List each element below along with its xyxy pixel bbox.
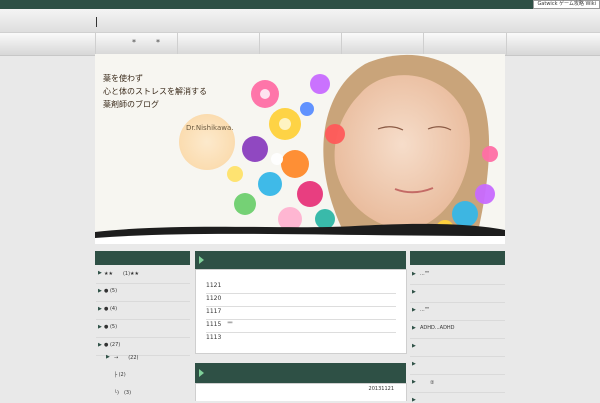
post-date: 20131121 bbox=[368, 386, 394, 392]
left-subcategory-2[interactable]: ├ (2) bbox=[96, 368, 190, 385]
nav-item-2[interactable] bbox=[177, 33, 260, 55]
right-link-1[interactable]: ▶ ..."" bbox=[410, 266, 505, 285]
chevron-right-icon: ▶ bbox=[412, 343, 416, 349]
hero-illustration bbox=[95, 54, 505, 244]
nav-star-2: * bbox=[156, 38, 160, 47]
chevron-right-icon: ▶ bbox=[412, 289, 416, 295]
site-header bbox=[0, 9, 600, 32]
recent-posts-panel: 1121 1120 1117 1115 "" 1113 bbox=[195, 269, 407, 354]
hero-line-2: 心と体のストレスを解消する bbox=[103, 87, 207, 96]
post-link-2[interactable]: 1120 bbox=[206, 293, 396, 307]
right-sidebar-header bbox=[410, 251, 505, 265]
left-category-3[interactable]: ▶ ● (4) bbox=[96, 302, 190, 320]
left-category-1[interactable]: ▶ ★★ (1)★★ bbox=[96, 266, 190, 284]
chevron-right-icon: ▶ bbox=[98, 324, 102, 330]
left-subcategory-1[interactable]: ▶ → (22) bbox=[96, 350, 190, 367]
center-panel-header bbox=[195, 251, 406, 269]
hero-signature: Dr.Nishikawa. bbox=[186, 124, 234, 132]
chevron-right-icon: ▶ bbox=[412, 361, 416, 367]
hero-line-3: 薬剤師のブログ bbox=[103, 100, 159, 109]
post-link-4[interactable]: 1115 "" bbox=[206, 319, 396, 333]
post-link-5[interactable]: 1113 bbox=[206, 332, 396, 345]
chevron-right-icon: ▶ bbox=[98, 270, 102, 276]
article-header bbox=[195, 363, 406, 383]
right-link-6[interactable]: ▶ bbox=[410, 356, 505, 375]
left-subcategory-3[interactable]: └) (3) bbox=[96, 385, 190, 402]
chevron-right-icon: ▶ bbox=[98, 306, 102, 312]
top-bar bbox=[0, 0, 600, 9]
right-link-7[interactable]: ▶ ② bbox=[410, 374, 505, 393]
arrow-right-icon bbox=[199, 256, 204, 264]
chevron-right-icon: ▶ bbox=[106, 354, 110, 360]
nav-item-3[interactable] bbox=[259, 33, 342, 55]
post-link-3[interactable]: 1117 bbox=[206, 306, 396, 320]
right-link-5[interactable]: ▶ bbox=[410, 338, 505, 357]
chevron-right-icon: ▶ bbox=[412, 325, 416, 331]
hero-banner: 薬を使わず 心と体のストレスを解消する 薬剤師のブログ Dr.Nishikawa… bbox=[95, 54, 505, 244]
right-link-3[interactable]: ▶ ..."" bbox=[410, 302, 505, 321]
right-link-2[interactable]: ▶ bbox=[410, 284, 505, 303]
right-link-4[interactable]: ▶ ADHD...ADHD bbox=[410, 320, 505, 339]
arrow-right-icon bbox=[199, 369, 204, 377]
article-panel: 20131121 bbox=[195, 383, 407, 401]
left-category-2[interactable]: ▶ ● (5) bbox=[96, 284, 190, 302]
nav-item-4[interactable] bbox=[341, 33, 424, 55]
nav-star-1: * bbox=[132, 38, 136, 47]
site-logo[interactable] bbox=[96, 17, 97, 27]
chevron-right-icon: ▶ bbox=[412, 307, 416, 313]
global-nav: * * bbox=[0, 32, 600, 56]
external-badge[interactable]: Gatwick ゲーム攻略 Wiki bbox=[533, 0, 600, 9]
chevron-right-icon: ▶ bbox=[98, 288, 102, 294]
left-category-4[interactable]: ▶ ● (5) bbox=[96, 320, 190, 338]
chevron-right-icon: ▶ bbox=[412, 379, 416, 385]
nav-item-1[interactable]: * * bbox=[95, 33, 178, 55]
chevron-right-icon: ▶ bbox=[98, 342, 102, 348]
left-sidebar-header bbox=[95, 251, 190, 265]
post-link-1[interactable]: 1121 bbox=[206, 280, 396, 294]
chevron-right-icon: ▶ bbox=[412, 271, 416, 277]
chevron-right-icon: ▶ bbox=[412, 397, 416, 403]
hero-line-1: 薬を使わず bbox=[103, 74, 143, 83]
nav-item-5[interactable] bbox=[423, 33, 507, 55]
right-link-8[interactable]: ▶ bbox=[410, 392, 505, 403]
